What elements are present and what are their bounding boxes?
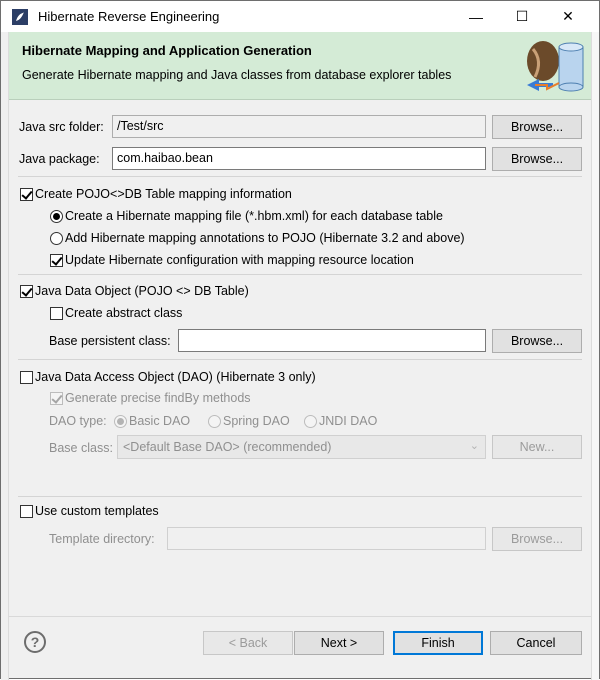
- base-persistent-class-field[interactable]: [178, 329, 486, 352]
- pojo-mapping-label: Create POJO<>DB Table mapping informatio…: [35, 187, 292, 201]
- dialog-window: Hibernate Reverse Engineering — ☐ ✕ Hibe…: [0, 0, 600, 680]
- window-title: Hibernate Reverse Engineering: [38, 9, 220, 24]
- jndi-dao-radio[interactable]: [304, 415, 317, 428]
- dao-type-label: DAO type:: [49, 414, 107, 428]
- basic-dao-radio[interactable]: [114, 415, 127, 428]
- separator: [18, 359, 582, 360]
- java-src-folder-label: Java src folder:: [19, 120, 104, 134]
- abstract-class-checkbox[interactable]: [50, 307, 63, 320]
- banner-title: Hibernate Mapping and Application Genera…: [22, 43, 312, 58]
- java-src-folder-browse-button[interactable]: Browse...: [492, 115, 582, 139]
- eclipse-app-icon: [12, 9, 28, 25]
- findby-label: Generate precise findBy methods: [65, 391, 251, 405]
- custom-templates-label: Use custom templates: [35, 504, 159, 518]
- background-window-right: [591, 32, 599, 680]
- java-package-field[interactable]: com.haibao.bean: [112, 147, 486, 170]
- java-package-label: Java package:: [19, 152, 100, 166]
- annotations-radio[interactable]: [50, 232, 63, 245]
- maximize-button[interactable]: ☐: [499, 1, 545, 32]
- next-button[interactable]: Next >: [294, 631, 384, 655]
- base-persistent-class-label: Base persistent class:: [49, 334, 171, 348]
- update-config-label: Update Hibernate configuration with mapp…: [65, 253, 414, 267]
- cancel-button[interactable]: Cancel: [490, 631, 582, 655]
- close-icon: ✕: [562, 8, 574, 24]
- close-button[interactable]: ✕: [545, 1, 591, 32]
- base-class-select[interactable]: <Default Base DAO> (recommended) ⌄: [117, 435, 486, 459]
- banner-subtitle: Generate Hibernate mapping and Java clas…: [22, 68, 452, 82]
- help-icon[interactable]: ?: [24, 631, 46, 653]
- template-directory-browse-button[interactable]: Browse...: [492, 527, 582, 551]
- back-button[interactable]: < Back: [203, 631, 293, 655]
- base-class-value: <Default Base DAO> (recommended): [123, 440, 332, 454]
- chevron-down-icon: ⌄: [469, 440, 479, 452]
- dao-checkbox[interactable]: [20, 371, 33, 384]
- jndi-dao-label: JNDI DAO: [319, 414, 378, 428]
- hibernate-database-icon: [527, 41, 584, 92]
- java-data-object-label: Java Data Object (POJO <> DB Table): [35, 284, 249, 298]
- java-package-browse-button[interactable]: Browse...: [492, 147, 582, 171]
- hbm-file-radio[interactable]: [50, 210, 63, 223]
- minimize-icon: —: [469, 8, 483, 25]
- annotations-label: Add Hibernate mapping annotations to POJ…: [65, 231, 465, 245]
- pojo-mapping-checkbox[interactable]: [20, 188, 33, 201]
- separator: [18, 176, 582, 177]
- maximize-icon: ☐: [515, 8, 529, 24]
- java-src-folder-field[interactable]: /Test/src: [112, 115, 486, 138]
- spring-dao-radio[interactable]: [208, 415, 221, 428]
- separator: [18, 496, 582, 497]
- template-directory-label: Template directory:: [49, 532, 155, 546]
- basic-dao-label: Basic DAO: [129, 414, 191, 428]
- update-config-checkbox[interactable]: [50, 254, 63, 267]
- separator: [18, 274, 582, 275]
- base-class-label: Base class:: [49, 441, 113, 455]
- custom-templates-checkbox[interactable]: [20, 505, 33, 518]
- template-directory-field[interactable]: [167, 527, 486, 550]
- finish-button[interactable]: Finish: [393, 631, 483, 655]
- spring-dao-label: Spring DAO: [223, 414, 290, 428]
- java-data-object-checkbox[interactable]: [20, 285, 33, 298]
- minimize-button[interactable]: —: [453, 1, 499, 32]
- wizard-banner: Hibernate Mapping and Application Genera…: [9, 32, 591, 100]
- new-base-class-button[interactable]: New...: [492, 435, 582, 459]
- findby-checkbox[interactable]: [50, 392, 63, 405]
- footer-separator: [9, 616, 591, 617]
- abstract-class-label: Create abstract class: [65, 306, 183, 320]
- hbm-file-label: Create a Hibernate mapping file (*.hbm.x…: [65, 209, 443, 223]
- dao-label: Java Data Access Object (DAO) (Hibernate…: [35, 370, 316, 384]
- title-bar[interactable]: Hibernate Reverse Engineering — ☐ ✕: [1, 1, 599, 32]
- base-persistent-browse-button[interactable]: Browse...: [492, 329, 582, 353]
- background-window-left: [1, 32, 9, 680]
